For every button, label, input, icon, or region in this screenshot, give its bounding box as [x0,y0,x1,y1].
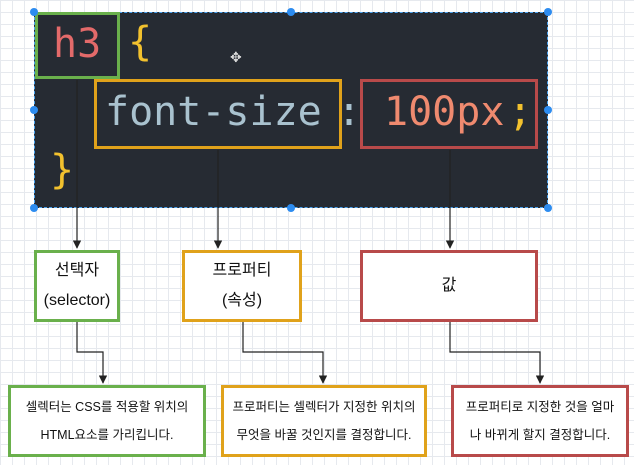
selector-desc-line1: 셀렉터는 CSS를 적용할 위치의 [25,400,189,414]
move-cursor-icon: ✥ [230,50,242,66]
property-label-line1: 프로퍼티 [212,262,272,279]
connector-property-to-desc [242,322,328,384]
selector-label-line1: 선택자 [54,262,100,279]
value-desc-line1: 프로퍼티로 지정한 것을 얼마 [465,400,615,414]
property-description-box: 프로퍼티는 셀렉터가 지정한 위치의 무엇을 바꿀 것인지를 결정합니다. [221,385,427,457]
property-desc-line1: 프로퍼티는 셀렉터가 지정한 위치의 [232,400,416,414]
selector-description-box: 셀렉터는 CSS를 적용할 위치의 HTML요소를 가리킵니다. [8,385,206,457]
value-description-box: 프로퍼티로 지정한 것을 얼마 나 바뀌게 할지 결정합니다. [451,385,629,457]
property-desc-line2: 무엇을 바꿀 것인지를 결정합니다. [236,428,412,442]
value-label-box: 값 [360,250,538,322]
selector-label-box: 선택자 (selector) [34,250,120,322]
value-desc-line2: 나 바뀌게 할지 결정합니다. [469,428,611,442]
property-label-box: 프로퍼티 (속성) [182,250,302,322]
selector-label-line2: (selector) [43,292,111,309]
connector-value-to-desc [449,322,545,384]
selector-desc-line2: HTML요소를 가리킵니다. [40,428,174,442]
value-label-line1: 값 [441,277,457,294]
connector-selector-to-desc [76,322,108,384]
property-label-line2: (속성) [221,292,263,309]
